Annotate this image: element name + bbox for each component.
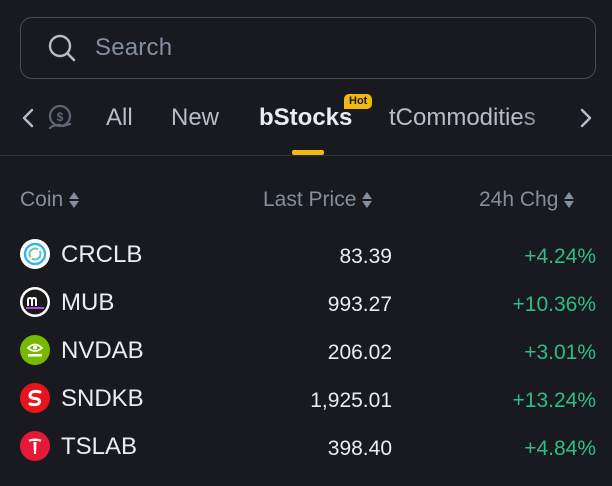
circle-logo-icon (20, 239, 50, 269)
price-change: +4.24% (524, 245, 596, 268)
price-header-label: Last Price (263, 188, 357, 211)
coin-name: SNDKB (61, 385, 144, 412)
sort-icon (69, 192, 80, 208)
coin-column-header[interactable]: Coin (20, 188, 80, 212)
tabs-fade-overlay (518, 100, 580, 146)
tab-new[interactable]: New (171, 104, 219, 132)
scroll-right-chevron-icon[interactable] (578, 106, 594, 130)
active-tab-indicator (292, 150, 324, 155)
tab-tcommodities[interactable]: tCommodities (389, 104, 536, 132)
last-price: 83.39 (339, 245, 392, 268)
table-row[interactable]: MUB 993.27 +10.36% (0, 287, 612, 335)
coin-header-label: Coin (20, 188, 64, 211)
sandisk-logo-icon (20, 383, 50, 413)
table-row[interactable]: NVDAB 206.02 +3.01% (0, 335, 612, 383)
tab-bstocks[interactable]: bStocks (259, 104, 352, 132)
micron-logo-icon (20, 287, 50, 317)
svg-text:$: $ (57, 110, 64, 124)
search-icon (48, 34, 76, 62)
table-row[interactable]: CRCLB 83.39 +4.24% (0, 239, 612, 287)
change-header-label: 24h Chg (479, 188, 559, 211)
last-price: 206.02 (327, 341, 392, 364)
table-row[interactable]: TSLAB 398.40 +4.84% (0, 431, 612, 479)
table-row[interactable]: SNDKB 1,925.01 +13.24% (0, 383, 612, 431)
coin-name: CRCLB (61, 241, 143, 268)
tab-all[interactable]: All (106, 104, 133, 132)
search-input[interactable]: Search (20, 17, 596, 79)
coin-name: NVDAB (61, 337, 144, 364)
price-change: +4.84% (524, 437, 596, 460)
scroll-left-chevron-icon[interactable] (20, 106, 36, 130)
last-price: 993.27 (327, 293, 392, 316)
last-price: 1,925.01 (310, 389, 392, 412)
search-placeholder: Search (95, 34, 173, 61)
price-change: +13.24% (512, 389, 597, 412)
change-column-header[interactable]: 24h Chg (479, 188, 575, 212)
coin-name: MUB (61, 289, 115, 316)
sort-icon (564, 192, 575, 208)
last-price-column-header[interactable]: Last Price (263, 188, 373, 212)
hot-coin-icon[interactable]: $ (46, 104, 74, 132)
coin-name: TSLAB (61, 433, 138, 460)
last-price: 398.40 (327, 437, 392, 460)
nvidia-logo-icon (20, 335, 50, 365)
price-change: +3.01% (524, 341, 596, 364)
tesla-logo-icon (20, 431, 50, 461)
sort-icon (362, 192, 373, 208)
hot-badge: Hot (344, 94, 373, 109)
price-change: +10.36% (512, 293, 597, 316)
